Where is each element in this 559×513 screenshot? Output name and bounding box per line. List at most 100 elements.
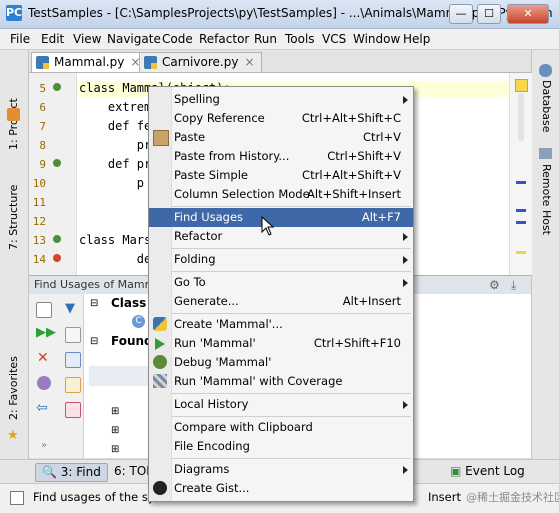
menu-tools[interactable]: Tools bbox=[285, 32, 315, 46]
settings-gear-icon[interactable]: ⚙ bbox=[489, 278, 500, 292]
database-tool-tab[interactable]: Database bbox=[540, 80, 553, 133]
close-icon[interactable]: ✕ bbox=[37, 350, 49, 366]
warning-marker[interactable] bbox=[516, 251, 526, 254]
menu-refactor[interactable]: Refactor bbox=[199, 32, 249, 46]
menu-item-paste[interactable]: Paste Ctrl+V bbox=[149, 128, 413, 147]
maximize-button[interactable]: ☐ bbox=[477, 4, 501, 24]
insert-mode-indicator[interactable]: Insert bbox=[428, 490, 461, 504]
module-icon[interactable] bbox=[65, 352, 81, 368]
more-icon[interactable]: » bbox=[41, 440, 47, 451]
menu-item-refactor[interactable]: Refactor bbox=[149, 227, 413, 246]
previous-icon[interactable]: ⇦ bbox=[36, 400, 48, 416]
close-button[interactable]: ✕ bbox=[507, 4, 549, 24]
scrollbar-thumb[interactable] bbox=[518, 93, 524, 141]
code-line: class Mars bbox=[79, 233, 152, 247]
event-log-tool-tab[interactable]: ▣ Event Log bbox=[444, 463, 531, 480]
filter-icon[interactable]: ▼ bbox=[65, 301, 75, 316]
menu-item-run[interactable]: Run 'Mammal' Ctrl+Shift+F10 bbox=[149, 334, 413, 353]
package-icon[interactable] bbox=[65, 377, 81, 393]
line-number: 7 bbox=[39, 120, 46, 133]
toggle-tool-windows-icon[interactable] bbox=[10, 491, 24, 505]
minimize-button[interactable]: — bbox=[449, 4, 473, 24]
editor-context-menu: Spelling Copy Reference Ctrl+Alt+Shift+C … bbox=[148, 86, 414, 502]
menu-item-file-encoding[interactable]: File Encoding bbox=[149, 437, 413, 456]
menu-item-paste-from-history[interactable]: Paste from History... Ctrl+Shift+V bbox=[149, 147, 413, 166]
collapse-icon[interactable]: ⊟ bbox=[90, 298, 98, 309]
collapse-icon[interactable]: ⊟ bbox=[90, 336, 98, 347]
menu-view[interactable]: View bbox=[73, 32, 101, 46]
menu-edit[interactable]: Edit bbox=[41, 32, 64, 46]
override-marker-icon[interactable] bbox=[53, 159, 61, 167]
menu-item-copy-reference[interactable]: Copy Reference Ctrl+Alt+Shift+C bbox=[149, 109, 413, 128]
coverage-icon bbox=[153, 374, 167, 388]
rerun-icon[interactable] bbox=[36, 302, 52, 318]
override-marker-icon[interactable] bbox=[53, 254, 61, 262]
structure-tool-tab[interactable]: 7: Structure bbox=[7, 185, 20, 250]
usage-marker[interactable] bbox=[516, 209, 526, 212]
method-icon[interactable] bbox=[65, 402, 81, 418]
pycharm-logo-icon: PC bbox=[6, 5, 23, 21]
star-icon: ★ bbox=[7, 428, 19, 443]
editor-tab-mammal[interactable]: Mammal.py × bbox=[31, 52, 148, 72]
tree-selection[interactable] bbox=[89, 366, 149, 386]
mouse-pointer-icon bbox=[261, 216, 275, 236]
menu-item-go-to[interactable]: Go To bbox=[149, 273, 413, 292]
tree-node-class[interactable]: Class bbox=[111, 296, 146, 310]
menu-help[interactable]: Help bbox=[403, 32, 430, 46]
menu-item-column-selection-mode[interactable]: Column Selection Mode Alt+Shift+Insert bbox=[149, 185, 413, 204]
menu-item-debug[interactable]: Debug 'Mammal' bbox=[149, 353, 413, 372]
menu-item-create-gist[interactable]: Create Gist... bbox=[149, 479, 413, 498]
menu-separator bbox=[171, 458, 411, 459]
menu-item-compare-with-clipboard[interactable]: Compare with Clipboard bbox=[149, 418, 413, 437]
menu-code[interactable]: Code bbox=[162, 32, 193, 46]
python-icon bbox=[153, 317, 167, 331]
line-number: 11 bbox=[32, 196, 46, 209]
usage-marker[interactable] bbox=[516, 181, 526, 184]
expand-icon[interactable]: ⊞ bbox=[111, 444, 119, 455]
menu-file[interactable]: File bbox=[10, 32, 30, 46]
close-tab-icon[interactable]: × bbox=[244, 55, 254, 69]
menu-item-generate[interactable]: Generate... Alt+Insert bbox=[149, 292, 413, 311]
expand-all-icon[interactable]: ▶▶ bbox=[36, 325, 56, 340]
menu-item-spelling[interactable]: Spelling bbox=[149, 90, 413, 109]
menu-item-folding[interactable]: Folding bbox=[149, 250, 413, 269]
python-file-icon bbox=[36, 56, 49, 69]
editor-tab-label: Carnivore.py bbox=[162, 55, 239, 69]
menu-item-run-with-coverage[interactable]: Run 'Mammal' with Coverage bbox=[149, 372, 413, 391]
find-tool-tab[interactable]: 🔍 3: Find bbox=[35, 463, 108, 482]
code-line: def fe bbox=[79, 119, 152, 133]
menu-separator bbox=[171, 393, 411, 394]
code-line: def pr bbox=[79, 157, 152, 171]
code-line: p bbox=[79, 176, 145, 190]
tree-node-found[interactable]: Found bbox=[111, 334, 153, 348]
expand-icon[interactable]: ⊞ bbox=[111, 425, 119, 436]
menu-item-local-history[interactable]: Local History bbox=[149, 395, 413, 414]
menu-run[interactable]: Run bbox=[254, 32, 277, 46]
override-marker-icon[interactable] bbox=[53, 235, 61, 243]
pin-icon[interactable] bbox=[37, 376, 51, 390]
project-tool-tab[interactable]: 1: Project bbox=[7, 98, 20, 150]
class-icon: C bbox=[132, 315, 145, 328]
submenu-arrow-icon bbox=[403, 466, 408, 474]
group-icon[interactable] bbox=[65, 327, 81, 343]
menu-item-paste-simple[interactable]: Paste Simple Ctrl+Alt+Shift+V bbox=[149, 166, 413, 185]
menu-item-create-config[interactable]: Create 'Mammal'... bbox=[149, 315, 413, 334]
usage-marker[interactable] bbox=[516, 221, 526, 224]
remote-host-icon bbox=[539, 148, 552, 159]
menu-item-diagrams[interactable]: Diagrams bbox=[149, 460, 413, 479]
editor-tab-label: Mammal.py bbox=[54, 55, 125, 69]
menu-navigate[interactable]: Navigate bbox=[107, 32, 161, 46]
favorites-tool-tab[interactable]: 2: Favorites bbox=[7, 356, 20, 420]
override-marker-icon[interactable] bbox=[53, 83, 61, 91]
menu-window[interactable]: Window bbox=[353, 32, 400, 46]
hide-panel-icon[interactable]: ⤓ bbox=[511, 278, 516, 293]
menu-item-find-usages[interactable]: Find Usages Alt+F7 bbox=[149, 208, 413, 227]
database-icon bbox=[539, 64, 552, 77]
menu-vcs[interactable]: VCS bbox=[322, 32, 346, 46]
remote-host-tool-tab[interactable]: Remote Host bbox=[540, 164, 553, 235]
editor-tab-bar: Mammal.py × Carnivore.py × bbox=[29, 50, 531, 73]
expand-icon[interactable]: ⊞ bbox=[111, 406, 119, 417]
line-number: 6 bbox=[39, 101, 46, 114]
editor-tab-carnivore[interactable]: Carnivore.py × bbox=[139, 52, 262, 72]
error-stripe[interactable] bbox=[509, 73, 532, 275]
